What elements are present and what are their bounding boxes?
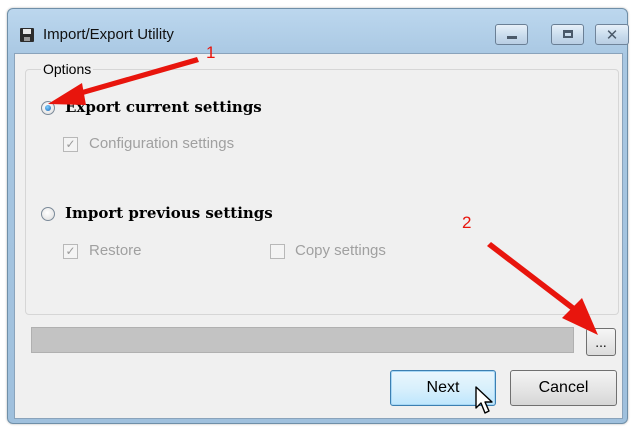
browse-button[interactable]: ... <box>586 328 616 356</box>
title-bar[interactable]: Import/Export Utility ✕ <box>8 9 629 53</box>
export-radio-label[interactable]: Export current settings <box>65 98 262 116</box>
minimize-icon <box>507 36 517 39</box>
options-group-label: Options <box>41 61 94 77</box>
export-radio[interactable] <box>41 101 55 115</box>
maximize-icon <box>563 30 573 38</box>
copy-settings-label: Copy settings <box>295 242 386 259</box>
configuration-settings-checkbox[interactable]: ✓ <box>63 137 78 152</box>
import-radio[interactable] <box>41 207 55 221</box>
minimize-button[interactable] <box>495 24 528 45</box>
save-disk-icon <box>20 28 34 42</box>
copy-settings-checkbox[interactable] <box>270 244 285 259</box>
close-icon: ✕ <box>605 26 619 44</box>
restore-label: Restore <box>89 242 142 259</box>
configuration-settings-label: Configuration settings <box>89 135 235 152</box>
window-title: Import/Export Utility <box>43 26 174 43</box>
mouse-pointer-icon <box>475 386 493 414</box>
cancel-button[interactable]: Cancel <box>510 370 617 406</box>
annotation-number-2: 2 <box>462 213 472 232</box>
restore-checkbox[interactable]: ✓ <box>63 244 78 259</box>
close-button[interactable]: ✕ <box>595 24 629 45</box>
file-path-field[interactable] <box>31 327 574 353</box>
annotation-number-1: 1 <box>206 43 216 62</box>
import-radio-label[interactable]: Import previous settings <box>65 204 273 222</box>
maximize-button[interactable] <box>551 24 584 45</box>
